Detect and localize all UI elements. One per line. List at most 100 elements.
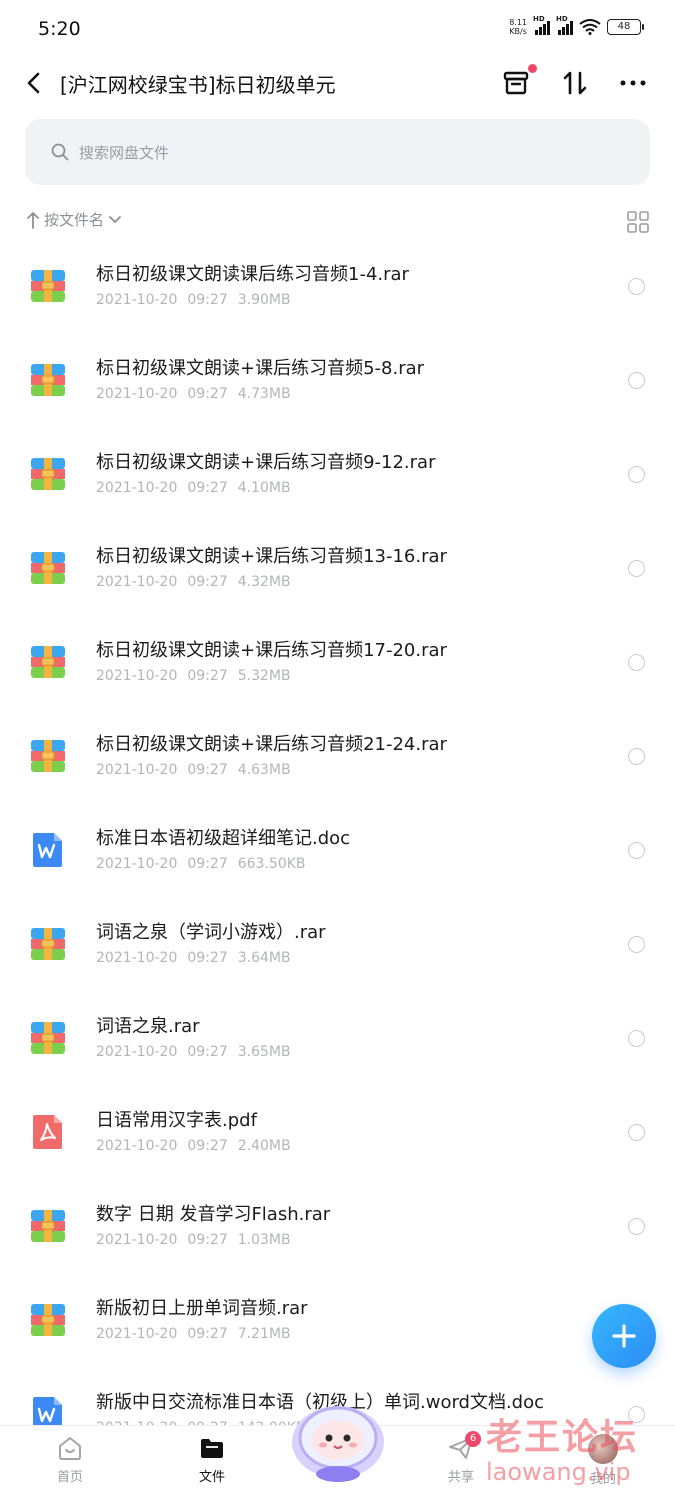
file-size: 4.73MB [237,386,291,402]
select-radio[interactable] [628,1030,645,1047]
file-date: 2021-10-20 [96,668,178,684]
file-time: 09:27 [187,292,228,308]
file-row[interactable]: 标日初级课文朗读+课后练习音频17-20.rar 2021-10-20 09:27 5… [0,614,675,708]
sort-by-name-button[interactable]: 按文件名 [26,209,651,230]
archive-icon [30,550,66,586]
search-icon [51,143,69,161]
select-radio[interactable] [628,1218,645,1235]
search-placeholder: 搜索网盘文件 [79,143,170,162]
file-size: 7.21MB [237,1326,291,1342]
file-meta: 2021-10-20 09:27 4.73MB [96,386,301,402]
archive-icon [30,1020,66,1056]
select-radio[interactable] [628,278,645,295]
file-time: 09:27 [187,1326,228,1342]
select-radio[interactable] [628,654,645,671]
file-size: 5.32MB [237,668,291,684]
file-name: 标日初级课文朗读+课后练习音频13-16.rar [96,546,447,567]
select-radio[interactable] [628,372,645,389]
file-time: 09:27 [187,480,228,496]
file-meta: 2021-10-20 09:27 3.65MB [96,1044,301,1060]
tab-home[interactable]: 首页 [30,1434,110,1485]
transfer-box-button[interactable] [501,64,537,98]
file-row[interactable]: 标日初级课文朗读课后练习音频1-4.rar 2021-10-20 09:27 3.90… [0,238,675,332]
file-meta: 2021-10-20 09:27 4.32MB [96,574,301,590]
file-date: 2021-10-20 [96,1044,178,1060]
file-row[interactable]: 标日初级课文朗读+课后练习音频5-8.rar 2021-10-20 09:27 4.7… [0,332,675,426]
sort-row: 按文件名 [26,209,651,235]
file-name: 标日初级课文朗读+课后练习音频5-8.rar [96,358,425,379]
select-radio[interactable] [628,748,645,765]
file-date: 2021-10-20 [96,856,178,872]
mascot-button[interactable] [288,1396,388,1484]
file-date: 2021-10-20 [96,1326,178,1342]
tab-mine[interactable]: 我的 [563,1434,643,1487]
file-row[interactable]: 新版初日上册单词音频.rar 2021-10-20 09:27 7.21MB [0,1272,675,1366]
status-indicators: 8.11 KB/s HD HD 48 [509,15,644,36]
back-icon[interactable] [22,70,46,96]
file-time: 09:27 [187,950,228,966]
file-row[interactable]: 词语之泉（学词小游戏）.rar 2021-10-20 09:27 3.64MB [0,896,675,990]
file-meta: 2021-10-20 09:27 2.40MB [96,1138,301,1154]
select-radio[interactable] [628,560,645,577]
file-name: 词语之泉.rar [96,1016,200,1037]
select-radio[interactable] [628,1124,645,1141]
search-input[interactable]: 搜索网盘文件 [25,119,650,185]
select-radio[interactable] [628,936,645,953]
grid-view-icon[interactable] [627,211,649,233]
file-name: 新版初日上册单词音频.rar [96,1298,308,1319]
more-dots-icon [620,80,646,86]
notification-dot [528,64,537,73]
file-name: 标日初级课文朗读+课后练习音频9-12.rar [96,452,436,473]
file-size: 4.63MB [237,762,291,778]
file-meta: 2021-10-20 09:27 3.90MB [96,292,301,308]
file-name: 词语之泉（学词小游戏）.rar [96,922,326,943]
share-count-badge: 6 [465,1431,481,1447]
file-date: 2021-10-20 [96,292,178,308]
file-meta: 2021-10-20 09:27 1.03MB [96,1232,301,1248]
select-radio[interactable] [628,1406,645,1423]
file-name: 日语常用汉字表.pdf [96,1110,257,1131]
archive-icon [30,926,66,962]
signal-icon: HD [556,15,573,35]
more-button[interactable] [618,68,648,98]
sort-order-button[interactable] [560,68,590,98]
add-button[interactable] [592,1304,656,1368]
file-row[interactable]: 标日初级课文朗读+课后练习音频13-16.rar 2021-10-20 09:27 4… [0,520,675,614]
file-size: 1.03MB [237,1232,291,1248]
file-meta: 2021-10-20 09:27 4.10MB [96,480,301,496]
mascot-icon [292,1406,384,1482]
signal-icon: HD [533,15,550,35]
select-radio[interactable] [628,466,645,483]
file-row[interactable]: 标准日本语初级超详细笔记.doc 2021-10-20 09:27 663.50KB [0,802,675,896]
archive-icon [30,268,66,304]
page-title: [沪江网校绿宝书]标日初级单元 [60,73,336,97]
file-date: 2021-10-20 [96,1232,178,1248]
file-row[interactable]: 数字 日期 发音学习Flash.rar 2021-10-20 09:27 1.03MB [0,1178,675,1272]
plus-icon [612,1324,636,1348]
file-row[interactable]: 词语之泉.rar 2021-10-20 09:27 3.65MB [0,990,675,1084]
file-time: 09:27 [187,762,228,778]
tab-share[interactable]: 6 共享 [421,1431,501,1485]
status-time: 5:20 [38,18,81,40]
file-date: 2021-10-20 [96,574,178,590]
file-date: 2021-10-20 [96,480,178,496]
tab-files[interactable]: 文件 [172,1434,252,1485]
file-meta: 2021-10-20 09:27 7.21MB [96,1326,301,1342]
file-row[interactable]: 标日初级课文朗读+课后练习音频9-12.rar 2021-10-20 09:27 4.… [0,426,675,520]
sort-label: 按文件名 [44,211,105,229]
select-radio[interactable] [628,842,645,859]
file-time: 09:27 [187,1232,228,1248]
file-name: 标准日本语初级超详细笔记.doc [96,828,351,849]
nav-bar: [沪江网校绿宝书]标日初级单元 [0,58,675,110]
file-time: 09:27 [187,1138,228,1154]
file-size: 4.10MB [237,480,291,496]
box-icon [503,71,529,95]
file-row[interactable]: 日语常用汉字表.pdf 2021-10-20 09:27 2.40MB [0,1084,675,1178]
archive-icon [30,644,66,680]
file-size: 3.65MB [237,1044,291,1060]
archive-icon [30,1208,66,1244]
file-row[interactable]: 标日初级课文朗读+课后练习音频21-24.rar 2021-10-20 09:27 4… [0,708,675,802]
file-size: 4.32MB [237,574,291,590]
archive-icon [30,456,66,492]
file-time: 09:27 [187,668,228,684]
